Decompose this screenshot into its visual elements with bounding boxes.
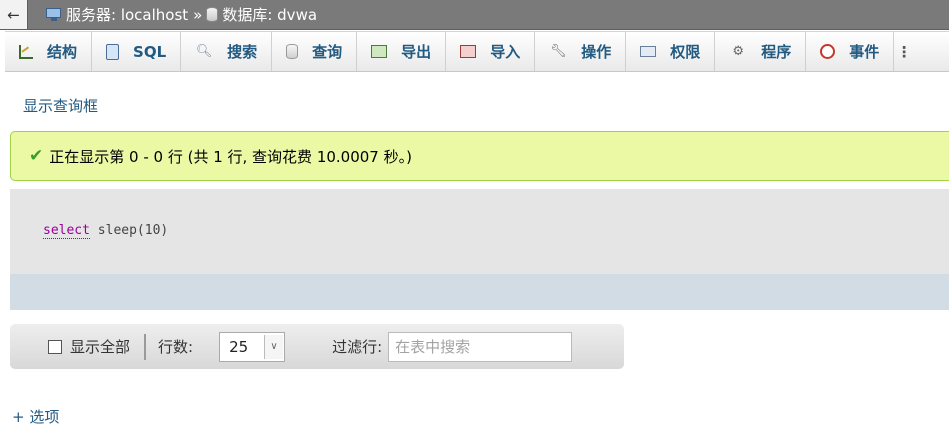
events-icon <box>820 44 836 59</box>
success-message: ✔ 正在显示第 0 - 0 行 (共 1 行, 查询花费 10.0007 秒。) <box>10 131 949 181</box>
tab-operations-label: 操作 <box>581 43 612 61</box>
nav-divider <box>144 333 147 360</box>
tab-events-label: 事件 <box>849 43 880 61</box>
rows-per-page-select[interactable]: 25 ∨ <box>219 331 286 362</box>
show-query-box-link[interactable]: 显示查询框 <box>23 95 98 116</box>
tab-privileges-label: 权限 <box>670 43 701 61</box>
tab-import[interactable]: 导入 <box>446 32 536 71</box>
tab-routines[interactable]: ⚙︎ 程序 <box>715 32 807 71</box>
show-all-label[interactable]: 显示全部 <box>70 336 130 357</box>
tab-events[interactable]: 事件 <box>806 32 895 71</box>
sql-icon <box>106 43 120 60</box>
tab-menu: 结构 SQL 🔍︎ 搜索 查询 导出 导入 🔧︎ 操作 权限 ⚙︎ 程序 事件 … <box>5 31 949 72</box>
breadcrumb-server[interactable]: 服务器: localhost <box>45 4 188 25</box>
sql-query-footer <box>10 274 949 310</box>
results-navigation: 显示全部 行数: 25 ∨ 过滤行: <box>10 324 624 369</box>
chevron-down-icon[interactable]: ∨ <box>264 334 284 359</box>
tab-query[interactable]: 查询 <box>272 32 358 71</box>
tab-privileges[interactable]: 权限 <box>626 32 716 71</box>
sql-query-rest: sleep(10) <box>89 223 169 238</box>
tab-import-label: 导入 <box>490 43 521 61</box>
wrench-icon: 🔧︎ <box>549 44 567 59</box>
search-icon: 🔍︎ <box>195 44 213 59</box>
filter-rows-label: 过滤行: <box>332 338 383 356</box>
tab-sql-label: SQL <box>133 42 167 61</box>
sql-keyword-link[interactable]: select <box>43 223 90 239</box>
tab-export-label: 导出 <box>401 43 432 61</box>
check-icon: ✔ <box>29 146 44 166</box>
database-icon <box>206 7 219 22</box>
sql-query-code: select sleep(10) <box>43 223 169 239</box>
tab-structure[interactable]: 结构 <box>5 32 93 71</box>
import-icon <box>460 45 477 58</box>
tab-structure-label: 结构 <box>47 43 78 61</box>
tab-sql[interactable]: SQL <box>92 32 182 71</box>
export-icon <box>371 45 388 58</box>
options-link[interactable]: + 选项 <box>12 406 59 424</box>
breadcrumb-server-label[interactable]: 服务器: localhost <box>66 4 188 25</box>
tab-search-label: 搜索 <box>227 43 258 61</box>
tab-query-label: 查询 <box>312 43 343 61</box>
show-all-checkbox[interactable] <box>48 339 62 354</box>
tab-routines-label: 程序 <box>761 43 792 61</box>
tab-export[interactable]: 导出 <box>357 32 447 71</box>
breadcrumb-database-label[interactable]: 数据库: dvwa <box>222 4 317 25</box>
server-icon <box>45 7 63 22</box>
tab-operations[interactable]: 🔧︎ 操作 <box>535 32 627 71</box>
tab-more-button[interactable]: ⋮ <box>894 32 914 71</box>
back-button[interactable]: ← <box>0 0 28 29</box>
query-icon <box>286 44 299 59</box>
rows-per-page-value: 25 <box>229 337 249 356</box>
sql-query-box: select sleep(10) <box>10 189 949 274</box>
privileges-icon <box>640 46 657 57</box>
structure-icon <box>19 44 33 59</box>
phpmyadmin-page: ← 服务器: localhost » 数据库: dvwa 结构 SQL 🔍︎ 搜… <box>0 0 949 424</box>
breadcrumb-separator: » <box>193 5 203 24</box>
tab-search[interactable]: 🔍︎ 搜索 <box>181 32 273 71</box>
breadcrumb: ← 服务器: localhost » 数据库: dvwa <box>0 0 949 30</box>
success-message-text: 正在显示第 0 - 0 行 (共 1 行, 查询花费 10.0007 秒。) <box>49 147 412 166</box>
filter-rows-input[interactable] <box>388 331 573 362</box>
breadcrumb-database[interactable]: 数据库: dvwa <box>206 4 317 25</box>
routines-icon: ⚙︎ <box>732 44 745 59</box>
rows-label: 行数: <box>158 338 194 356</box>
